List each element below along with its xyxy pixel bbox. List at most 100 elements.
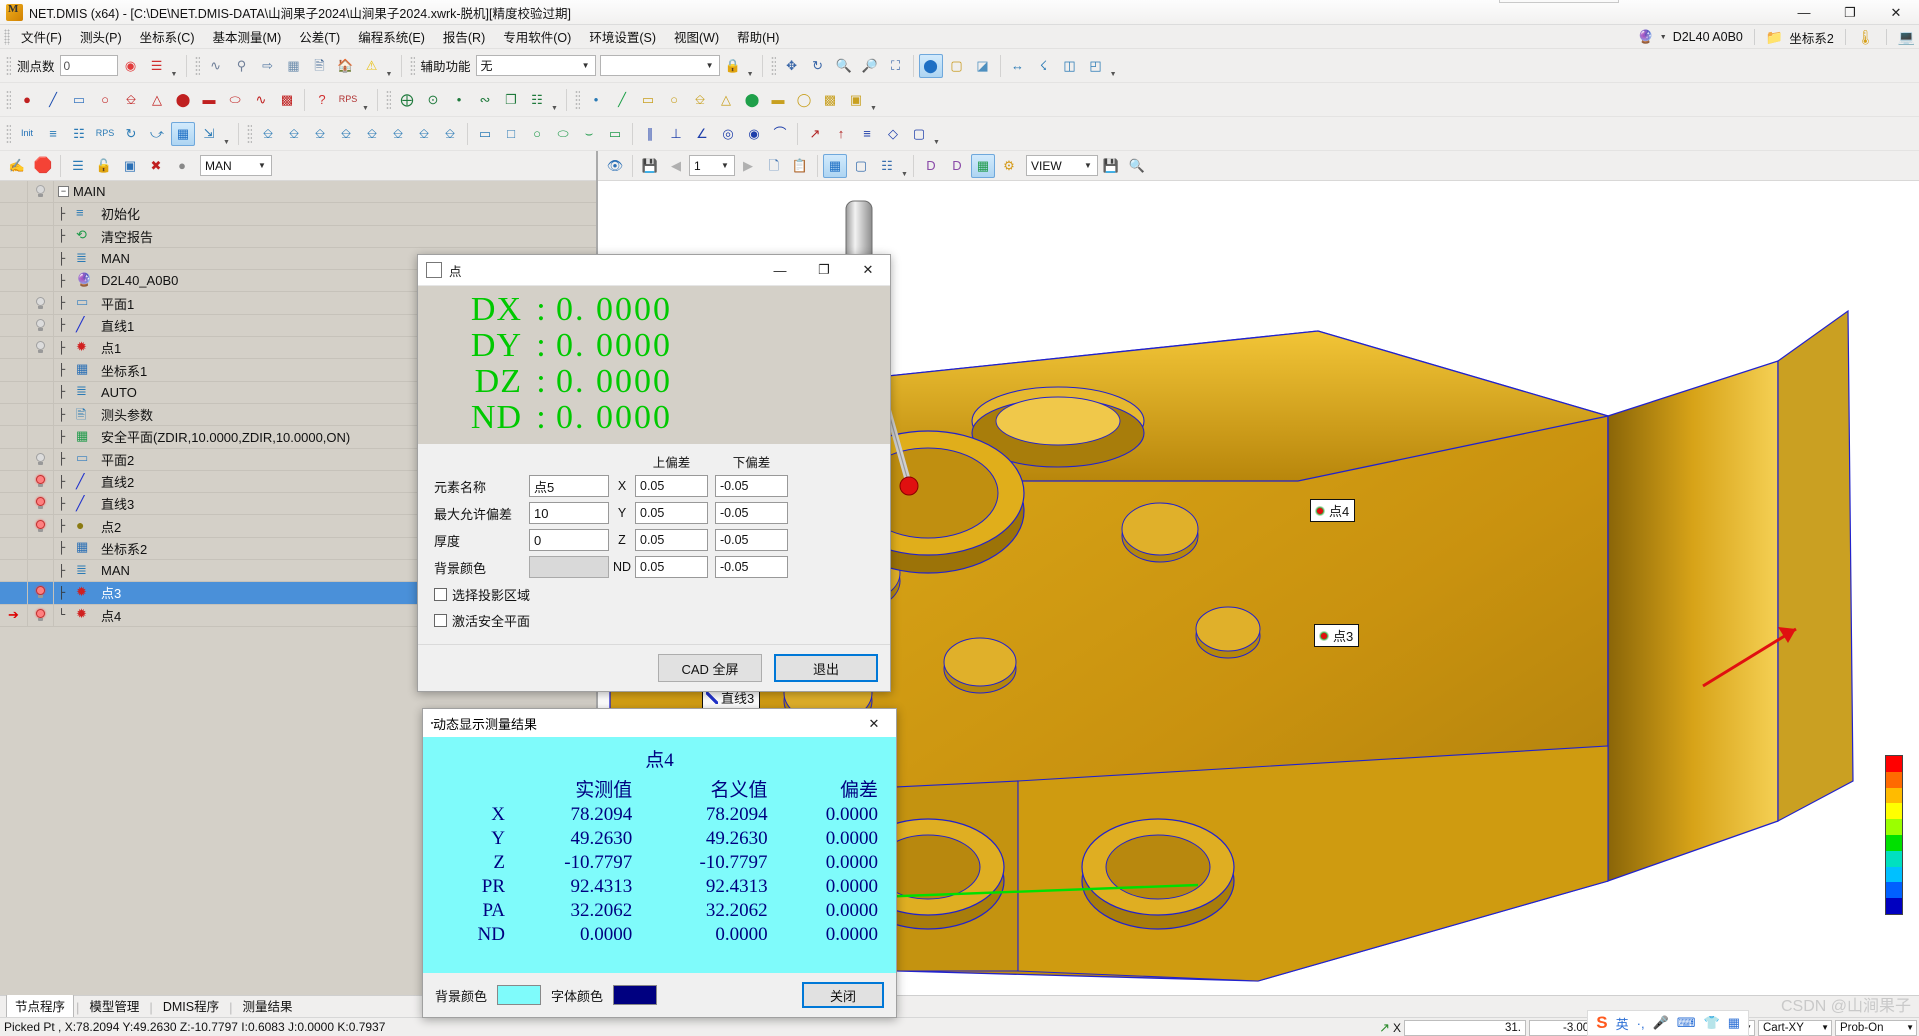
ime-microphone-icon[interactable]: 🎤 [1653, 1015, 1669, 1031]
menu-item-probe[interactable]: 测头(P) [71, 24, 131, 49]
menu-item-environment[interactable]: 环境设置(S) [580, 24, 665, 49]
bulb-off-icon[interactable] [36, 452, 45, 466]
view-eye-icon[interactable]: 👁 [603, 154, 627, 178]
gd-flatness-icon[interactable]: ◇ [881, 122, 905, 146]
tree-row-root[interactable]: − MAIN [0, 181, 596, 204]
menu-item-programming[interactable]: 编程系统(E) [349, 24, 434, 49]
toolbar-overflow-3[interactable]: ▼ [746, 54, 755, 78]
disconnect-monitor-icon[interactable]: 💻 [1898, 29, 1915, 46]
label-show-icon[interactable]: ▦ [823, 153, 847, 178]
shape-surface-icon[interactable]: ▩ [818, 88, 842, 112]
prev-page-icon[interactable]: ◀ [664, 154, 688, 178]
cad-compare-icon[interactable]: ◫ [1058, 54, 1082, 78]
tree-bulb-cell[interactable] [28, 515, 54, 537]
geom-cyl-6-icon[interactable]: ⎒ [386, 122, 410, 146]
menu-item-coordinate-system[interactable]: 坐标系(C) [131, 24, 204, 49]
zoom-window-icon[interactable]: 🔎 [858, 54, 882, 78]
tree-label-cell[interactable]: − MAIN [54, 181, 596, 202]
status-probe-state-select[interactable]: Prob-On ▼ [1835, 1019, 1917, 1036]
shape-solid-icon[interactable]: ▣ [844, 88, 868, 112]
geom-cyl-5-icon[interactable]: ⎒ [360, 122, 384, 146]
view-select[interactable]: VIEW ▼ [1026, 155, 1098, 176]
mode-select[interactable]: MAN ▼ [200, 155, 272, 176]
settings-table-icon[interactable]: ⚙ [997, 154, 1021, 178]
shade-mode-icon[interactable]: ⬤ [918, 53, 943, 78]
upper-tolerance-x-input[interactable] [635, 475, 708, 498]
toolbar-overflow-6[interactable]: ▼ [550, 88, 559, 112]
lower-tolerance-nd-input[interactable] [715, 556, 788, 579]
toolbar-grip-icon[interactable] [6, 89, 11, 110]
gd-concentric-icon[interactable]: ◎ [716, 122, 740, 146]
lock-icon[interactable]: 🔒 [721, 54, 745, 78]
feature-line-icon[interactable]: ╱ [41, 88, 65, 112]
toolbar-grip-icon[interactable] [770, 55, 776, 76]
cad-fullscreen-button[interactable]: CAD 全屏 [658, 654, 762, 683]
dimension-1-icon[interactable]: D [919, 154, 943, 178]
tree-bulb-cell[interactable] [28, 403, 54, 426]
next-page-icon[interactable]: ▶ [736, 154, 760, 178]
toolbar-overflow-1[interactable]: ▼ [170, 54, 179, 78]
activate-safe-plane-checkbox[interactable] [434, 614, 447, 628]
geom-rect-icon[interactable]: ▭ [473, 122, 497, 146]
bulb-off-icon[interactable] [36, 296, 45, 310]
ime-keyboard-icon[interactable]: ⌨ [1677, 1015, 1696, 1031]
result-bg-color-swatch[interactable] [497, 985, 542, 1005]
gd-runout-icon[interactable]: ↗ [803, 122, 827, 146]
close-button[interactable]: ✕ [1873, 0, 1919, 25]
shape-slot-icon[interactable]: ▬ [766, 88, 790, 112]
thickness-input[interactable] [529, 529, 609, 552]
ime-skin-icon[interactable]: 👕 [1704, 1015, 1720, 1031]
dimension-2-icon[interactable]: D [945, 154, 969, 178]
label-pick-icon[interactable]: ▢ [849, 154, 873, 178]
rps-program-icon[interactable]: RPS [93, 122, 117, 146]
toolbar-overflow-8[interactable]: ▼ [222, 122, 231, 146]
program-list-icon[interactable]: ☰ [66, 154, 90, 178]
label-arrange-dropdown[interactable]: ▼ [900, 154, 909, 178]
checkbox-row-safeplane[interactable]: 激活安全平面 [434, 611, 878, 630]
new-view-icon[interactable]: 🗋 [762, 154, 786, 178]
geom-cyl-3-icon[interactable]: ⎒ [308, 122, 332, 146]
erase-all-points-icon[interactable]: ☰ [145, 54, 169, 78]
toolbar-overflow-9[interactable]: ▼ [932, 122, 941, 146]
csys-icon[interactable]: 📁 [1766, 29, 1783, 46]
toolbar-grip-icon[interactable] [575, 89, 580, 110]
window-point-icon[interactable]: ▣ [118, 154, 142, 178]
construct-copy-icon[interactable]: ❐ [499, 88, 523, 112]
shape-cylinder-icon[interactable]: ⎒ [688, 88, 712, 112]
tree-label-cell[interactable]: ├ ≡ 初始化 [54, 203, 596, 224]
program-loop-icon[interactable]: ↻ [119, 122, 143, 146]
tree-bulb-cell[interactable] [28, 426, 54, 448]
tree-bulb-cell[interactable] [28, 203, 54, 225]
xyz-box-icon[interactable]: ▦ [282, 54, 306, 78]
points-count-input[interactable] [59, 55, 118, 76]
run-program-icon[interactable]: ✍ [5, 154, 29, 178]
feature-plane-icon[interactable]: ▭ [67, 88, 91, 112]
geom-cyl-1-icon[interactable]: ⎒ [256, 122, 280, 146]
program-alignment-icon[interactable]: ☷ [67, 122, 91, 146]
upper-tolerance-nd-input[interactable] [635, 556, 708, 579]
fit-icon[interactable]: ⛶ [884, 54, 908, 78]
tab-model-management[interactable]: 模型管理 [81, 994, 147, 1017]
cad-label-point4[interactable]: 点4 [1310, 499, 1356, 522]
geom-cyl-4-icon[interactable]: ⎒ [334, 122, 358, 146]
ime-toolbar[interactable]: S 英 ·, 🎤 ⌨ 👕 ▦ [1587, 1010, 1749, 1036]
save-config-icon[interactable]: 💾 [1099, 154, 1123, 178]
tree-label-cell[interactable]: ├ ⟲ 清空报告 [54, 226, 596, 247]
tab-dmis-program[interactable]: DMIS程序 [155, 994, 227, 1017]
lower-tolerance-y-input[interactable] [715, 502, 788, 525]
tree-bulb-cell[interactable] [28, 493, 54, 515]
section-icon[interactable]: ◪ [971, 54, 995, 78]
toolbar-overflow-5[interactable]: ▼ [361, 88, 370, 112]
bulb-on-icon[interactable] [36, 475, 45, 488]
bulb-icon[interactable] [36, 185, 45, 198]
toolbar-grip-icon[interactable] [194, 55, 200, 76]
gd-parallel-icon[interactable]: ∥ [638, 122, 662, 146]
result-dialog-title-bar[interactable]: 动态显示测量结果 ✕ [423, 709, 896, 737]
max-deviation-input[interactable] [529, 502, 609, 525]
tree-bulb-cell[interactable] [28, 247, 54, 270]
bulb-on-icon[interactable] [36, 586, 45, 599]
chevron-down-icon[interactable]: ▼ [1660, 34, 1667, 41]
geom-cyl-7-icon[interactable]: ⎒ [412, 122, 436, 146]
point-dialog-maximize[interactable]: ❐ [802, 255, 846, 285]
save-view-icon[interactable]: 💾 [638, 154, 662, 178]
